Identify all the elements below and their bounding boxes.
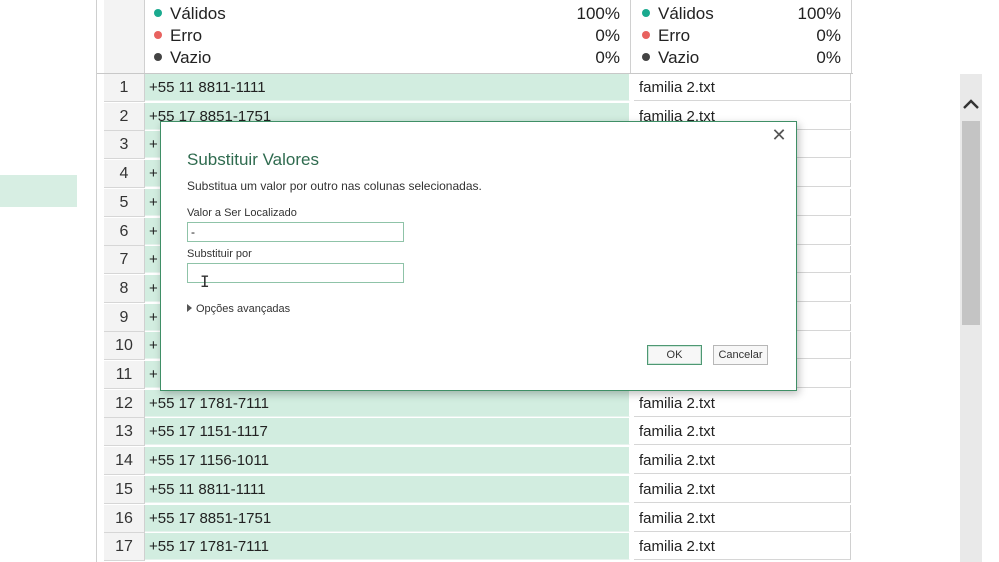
quality-label: Erro [170, 26, 203, 45]
scrollbar-thumb[interactable] [962, 121, 980, 325]
source-cell[interactable]: familia 2.txt [634, 389, 851, 417]
source-cell[interactable]: familia 2.txt [634, 447, 851, 475]
row-number: 10 [104, 332, 145, 361]
quality-percent: 100% [797, 4, 841, 23]
quality-percent: 0% [816, 48, 841, 67]
quality-dot-icon [642, 52, 650, 61]
row-number: 14 [104, 447, 145, 476]
source-cell[interactable]: familia 2.txt [634, 533, 851, 561]
row-number: 11 [104, 361, 145, 389]
phone-cell[interactable]: +55 11 8811-1111 [145, 74, 630, 101]
advanced-options-label: Opções avançadas [196, 303, 291, 315]
left-panel [0, 0, 96, 562]
quality-row-vazio: Vazio 0% [154, 47, 620, 69]
source-cell[interactable]: familia 2.txt [634, 475, 851, 503]
quality-row-erro: Erro 0% [154, 25, 620, 47]
ok-button[interactable]: OK [647, 345, 702, 365]
phone-cell[interactable]: +55 17 8851-1751 [145, 504, 630, 532]
row-number: 4 [104, 160, 145, 189]
quality-row-vazio: Vazio 0% [642, 47, 841, 69]
row-number: 2 [104, 102, 145, 131]
row-number: 13 [104, 418, 145, 447]
column-quality-source: Válidos 100% Erro 0% Vazio 0% [634, 0, 852, 73]
quality-percent: 0% [816, 26, 841, 45]
row-number: 3 [104, 131, 145, 160]
row-number: 8 [104, 274, 145, 303]
dialog-title: Substituir Valores [187, 150, 319, 169]
column-quality-header: Válidos 100% Erro 0% Vazio 0% Válidos 100% Erro… [97, 0, 853, 74]
row-number: 16 [104, 504, 145, 533]
quality-label: Válidos [658, 4, 714, 23]
advanced-options-toggle[interactable]: Opções avançadas [187, 303, 290, 315]
row-number: 9 [104, 303, 145, 332]
cancel-button[interactable]: Cancelar [713, 345, 768, 365]
phone-cell[interactable]: +55 17 1781-7111 [145, 389, 630, 417]
replace-with-label: Substituir por [187, 248, 252, 260]
text-cursor-icon: I [200, 272, 210, 291]
left-panel-highlight [0, 175, 77, 207]
expand-triangle-icon [187, 304, 192, 313]
quality-row-válidos: Válidos 100% [642, 3, 841, 25]
table-row[interactable]: 12 +55 17 1781-7111 familia 2.txt [97, 389, 853, 418]
phone-cell[interactable]: +55 11 8811-1111 [145, 475, 630, 503]
phone-cell[interactable]: +55 17 1151-1117 [145, 418, 630, 446]
quality-label: Válidos [170, 4, 226, 23]
scroll-up-icon[interactable] [960, 92, 982, 116]
phone-cell[interactable]: +55 17 1781-7111 [145, 533, 630, 561]
row-number: 6 [104, 217, 145, 246]
row-number: 12 [104, 389, 145, 418]
table-row[interactable]: 17 +55 17 1781-7111 familia 2.txt [97, 533, 853, 562]
quality-label: Vazio [658, 48, 700, 67]
replace-with-input[interactable] [187, 263, 404, 283]
row-number: 1 [104, 74, 145, 102]
row-number: 15 [104, 475, 145, 504]
column-quality-phone: Válidos 100% Erro 0% Vazio 0% [146, 0, 631, 73]
phone-cell[interactable]: +55 17 1156-1011 [145, 447, 630, 475]
table-row[interactable]: 15 +55 11 8811-1111 familia 2.txt [97, 475, 853, 504]
quality-row-válidos: Válidos 100% [154, 3, 620, 25]
quality-row-erro: Erro 0% [642, 25, 841, 47]
quality-percent: 100% [576, 4, 620, 23]
quality-dot-icon [154, 52, 162, 61]
quality-label: Vazio [170, 48, 212, 67]
source-cell[interactable]: familia 2.txt [634, 504, 851, 532]
row-number-header [104, 0, 145, 73]
quality-dot-icon [642, 8, 650, 17]
quality-dot-icon [154, 30, 162, 39]
row-number: 7 [104, 246, 145, 275]
row-number: 5 [104, 188, 145, 217]
close-icon[interactable]: ✕ [770, 126, 788, 144]
quality-dot-icon [642, 30, 650, 39]
dialog-description: Substitua um valor por outro nas colunas… [187, 179, 482, 193]
source-cell[interactable]: familia 2.txt [634, 418, 851, 446]
find-value-input[interactable] [187, 222, 404, 242]
source-cell[interactable]: familia 2.txt [634, 74, 851, 101]
table-row[interactable]: 1 +55 11 8811-1111 familia 2.txt [97, 74, 853, 102]
quality-percent: 0% [595, 26, 620, 45]
table-row[interactable]: 16 +55 17 8851-1751 familia 2.txt [97, 504, 853, 533]
quality-label: Erro [658, 26, 691, 45]
table-row[interactable]: 13 +55 17 1151-1117 familia 2.txt [97, 418, 853, 447]
replace-values-dialog: ✕ Substituir Valores Substitua um valor … [160, 121, 797, 391]
find-value-label: Valor a Ser Localizado [187, 207, 297, 219]
table-row[interactable]: 14 +55 17 1156-1011 familia 2.txt [97, 447, 853, 476]
quality-dot-icon [154, 8, 162, 17]
quality-percent: 0% [595, 48, 620, 67]
row-number: 17 [104, 533, 145, 562]
